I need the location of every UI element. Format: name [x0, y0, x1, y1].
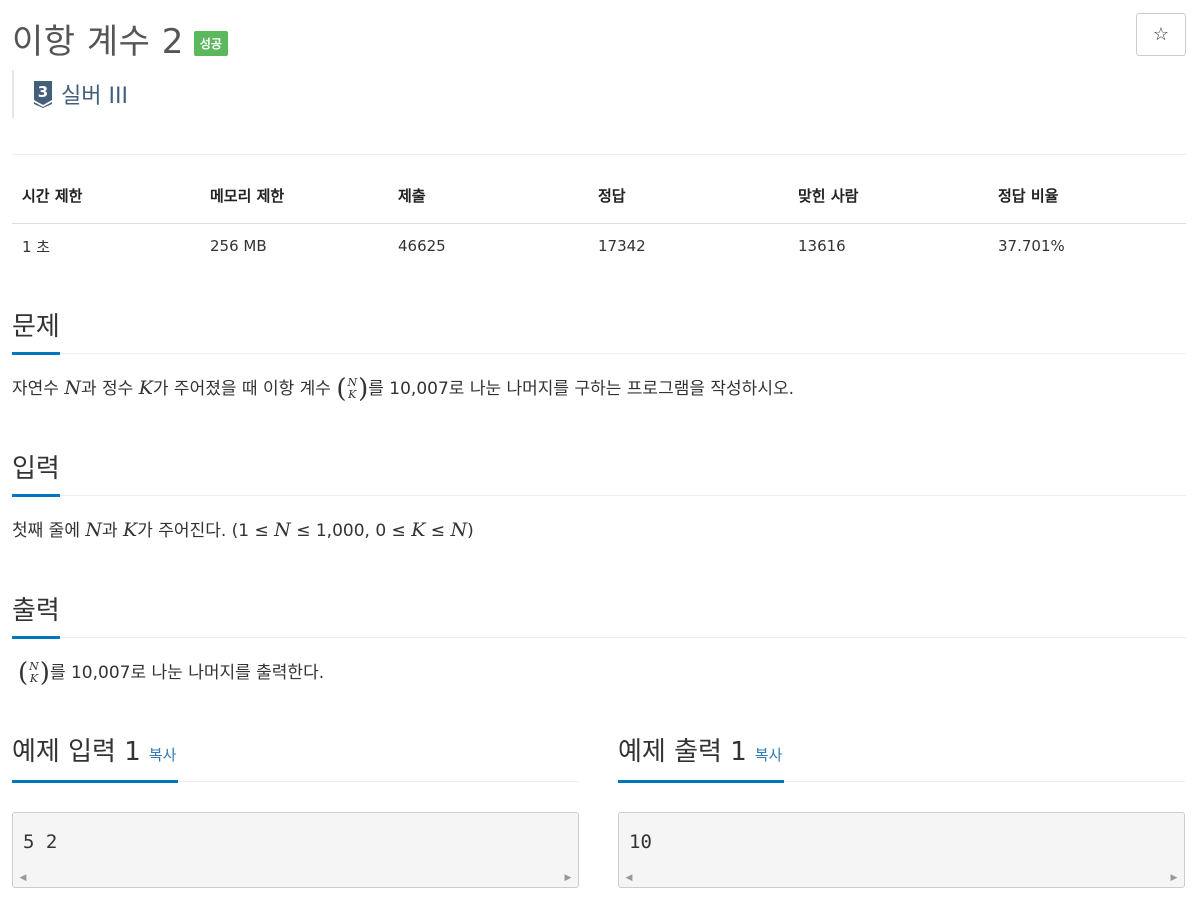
status-badge: 성공 — [193, 31, 228, 56]
copy-sample-output-link[interactable]: 복사 — [755, 746, 783, 764]
horizontal-scrollbar[interactable]: ◀ ▶ — [620, 871, 1183, 886]
sample-input-panel: 예제 입력 1 복사 5 2 ◀ ▶ — [12, 734, 579, 888]
sample-title: 예제 입력 1 복사 — [12, 735, 179, 783]
horizontal-scrollbar[interactable]: ◀ ▶ — [14, 871, 577, 886]
sample-output-panel: 예제 출력 1 복사 10 ◀ ▶ — [618, 734, 1185, 888]
input-description: 첫째 줄에 N과 K가 주어진다. (1 ≤ N ≤ 1,000, 0 ≤ K … — [12, 519, 474, 541]
tier-label[interactable]: 실버 III — [61, 78, 128, 110]
favorite-star-button[interactable]: ☆ — [1136, 13, 1186, 56]
problem-section: 문제 자연수 N과 정수 K가 주어졌을 때 이항 계수 (N K) 를 10,00… — [12, 306, 1186, 402]
section-header: 출력 — [12, 590, 1186, 639]
sample-input-text: 5 2 — [23, 831, 58, 853]
sample-title: 예제 출력 1 복사 — [618, 735, 785, 783]
info-header: 맞힌 사람 — [788, 180, 988, 224]
section-header: 문제 — [12, 306, 1186, 355]
problem-description: 자연수 N과 정수 K가 주어졌을 때 이항 계수 (N K) 를 10,007로 … — [12, 374, 794, 404]
page-title: 이항 계수 2 — [12, 22, 184, 62]
divider — [12, 154, 1186, 155]
sample-input-box[interactable]: 5 2 ◀ ▶ — [12, 812, 579, 888]
time-limit-value: 1 초 — [22, 237, 51, 256]
problem-info-table: 시간 제한 메모리 제한 제출 정답 맞힌 사람 정답 비율 1 초 256 M… — [12, 180, 1186, 269]
binomial-coefficient: (N K) — [336, 374, 369, 404]
accepted-value: 17342 — [598, 237, 646, 255]
scroll-right-icon[interactable]: ▶ — [562, 873, 574, 883]
sample-output-text: 10 — [629, 831, 652, 853]
sample-output-box[interactable]: 10 ◀ ▶ — [618, 812, 1185, 888]
accepted-ratio-value: 37.701% — [998, 237, 1065, 255]
copy-sample-input-link[interactable]: 복사 — [149, 746, 177, 764]
section-header: 입력 — [12, 448, 1186, 497]
scroll-left-icon[interactable]: ◀ — [623, 873, 635, 883]
section-title: 문제 — [12, 310, 60, 355]
info-header: 정답 비율 — [988, 180, 1186, 224]
submissions-value[interactable]: 46625 — [388, 223, 588, 269]
tier-number: 3 — [38, 83, 48, 101]
tier-block: 3 실버 III — [12, 70, 128, 118]
title-row: 이항 계수 2 성공 — [12, 14, 228, 63]
solved-users-value[interactable]: 13616 — [788, 223, 988, 269]
output-section: 출력 (N K) 를 10,007로 나눈 나머지를 출력한다. — [12, 590, 1186, 686]
info-value-row: 1 초 256 MB 46625 17342 13616 37.701% — [12, 223, 1186, 269]
scroll-left-icon[interactable]: ◀ — [17, 873, 29, 883]
info-header-row: 시간 제한 메모리 제한 제출 정답 맞힌 사람 정답 비율 — [12, 180, 1186, 224]
output-description: (N K) 를 10,007로 나눈 나머지를 출력한다. — [18, 658, 325, 688]
info-header: 메모리 제한 — [200, 180, 388, 224]
info-header: 제출 — [388, 180, 588, 224]
scroll-right-icon[interactable]: ▶ — [1168, 873, 1180, 883]
section-title: 입력 — [12, 452, 60, 497]
binomial-coefficient: (N K) — [18, 658, 50, 688]
star-icon: ☆ — [1152, 24, 1170, 44]
sample-header: 예제 출력 1 복사 — [618, 734, 1185, 783]
input-section: 입력 첫째 줄에 N과 K가 주어진다. (1 ≤ N ≤ 1,000, 0 ≤… — [12, 448, 1186, 543]
section-title: 출력 — [12, 594, 60, 639]
info-header: 시간 제한 — [12, 180, 200, 224]
memory-limit-value: 256 MB — [210, 237, 267, 255]
sample-header: 예제 입력 1 복사 — [12, 734, 579, 783]
problem-page: 이항 계수 2 성공 ☆ 3 실버 III 시간 제한 메모리 제한 제출 정답… — [0, 0, 1202, 903]
info-header: 정답 — [588, 180, 788, 224]
silver-tier-icon: 3 — [34, 81, 52, 108]
